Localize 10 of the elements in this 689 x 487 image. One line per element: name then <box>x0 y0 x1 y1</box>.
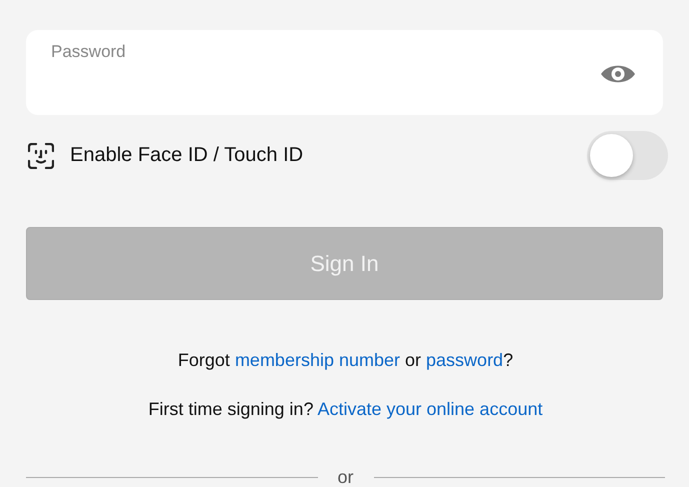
text-link[interactable]: Activate your online account <box>317 399 543 419</box>
or-separator-label: or <box>338 467 354 487</box>
face-id-icon <box>28 142 54 169</box>
text-link[interactable]: password <box>426 350 504 370</box>
biometric-toggle[interactable] <box>587 131 668 180</box>
password-field[interactable]: Password <box>26 30 663 116</box>
first-time-text: First time signing in? Activate your online account <box>147 398 544 421</box>
forgot-text: Forgot membership number or password? <box>176 349 514 372</box>
text-link[interactable]: membership number <box>234 350 400 370</box>
biometric-label: Enable Face ID / Touch ID <box>70 144 304 168</box>
